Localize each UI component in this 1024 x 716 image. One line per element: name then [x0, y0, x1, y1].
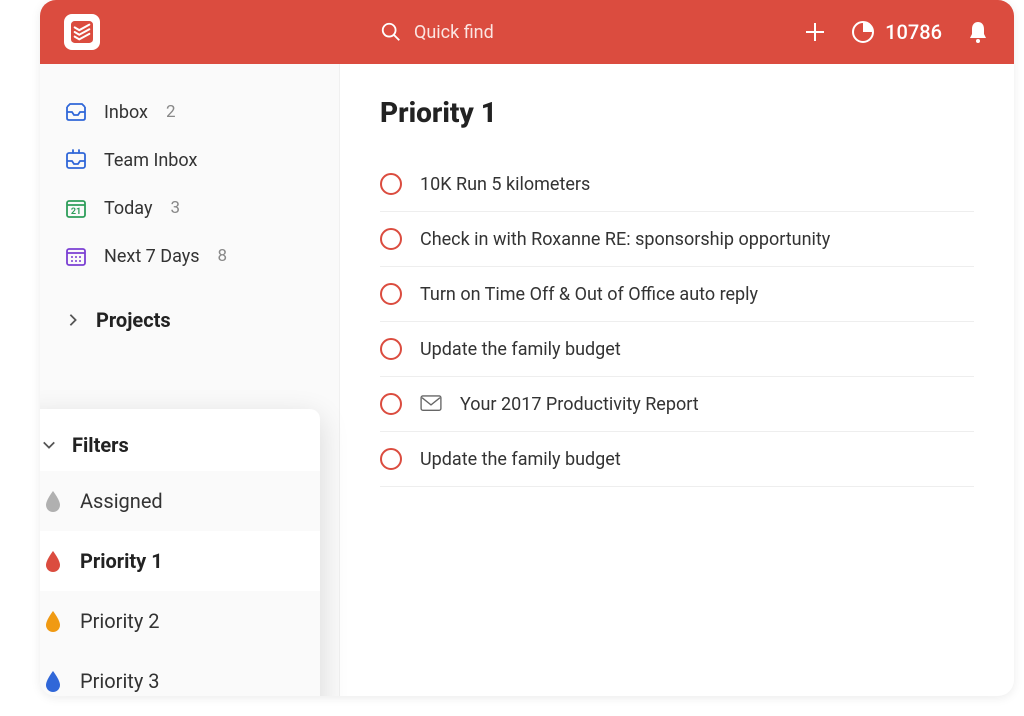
- bell-icon[interactable]: [966, 20, 990, 44]
- nav-label: Next 7 Days: [104, 246, 200, 267]
- app-logo[interactable]: [64, 14, 100, 50]
- sidebar-section-filters[interactable]: Filters: [40, 417, 320, 471]
- drop-icon: [44, 550, 62, 572]
- drop-icon: [44, 670, 62, 692]
- sidebar-item-next7days[interactable]: Next 7 Days 8: [40, 232, 339, 280]
- karma-count: 10786: [885, 20, 942, 44]
- calendar-icon: [64, 244, 88, 268]
- filter-item-priority-3[interactable]: Priority 3: [40, 651, 320, 696]
- nav-label: Inbox: [104, 102, 148, 123]
- filter-item-priority-1[interactable]: Priority 1: [40, 531, 320, 591]
- task-checkbox[interactable]: [380, 283, 402, 305]
- task-checkbox[interactable]: [380, 448, 402, 470]
- nav-count: 2: [166, 102, 176, 122]
- filters-label: Filters: [72, 433, 129, 457]
- task-list: 10K Run 5 kilometers Check in with Roxann…: [380, 157, 974, 487]
- filter-label: Priority 3: [80, 669, 160, 693]
- topbar-right: 10786: [803, 20, 990, 44]
- nav-count: 8: [218, 246, 228, 266]
- task-title: Update the family budget: [420, 449, 621, 470]
- drop-icon: [44, 610, 62, 632]
- search-placeholder: Quick find: [414, 22, 494, 43]
- nav-count: 3: [170, 198, 180, 218]
- filter-item-priority-2[interactable]: Priority 2: [40, 591, 320, 651]
- task-row[interactable]: Your 2017 Productivity Report: [380, 377, 974, 432]
- topbar: Quick find 10786: [40, 0, 1014, 64]
- filter-item-assigned[interactable]: Assigned: [40, 471, 320, 531]
- chevron-right-icon: [66, 313, 80, 327]
- nav-label: Team Inbox: [104, 150, 197, 171]
- sidebar: Inbox 2 Team Inbox: [40, 64, 340, 696]
- drop-icon: [44, 490, 62, 512]
- sidebar-item-today[interactable]: 21 Today 3: [40, 184, 339, 232]
- task-row[interactable]: Check in with Roxanne RE: sponsorship op…: [380, 212, 974, 267]
- page-title: Priority 1: [380, 96, 974, 129]
- task-row[interactable]: Turn on Time Off & Out of Office auto re…: [380, 267, 974, 322]
- app-window: Quick find 10786: [40, 0, 1014, 696]
- sidebar-item-team-inbox[interactable]: Team Inbox: [40, 136, 339, 184]
- karma-counter[interactable]: 10786: [851, 20, 942, 44]
- task-row[interactable]: Update the family budget: [380, 322, 974, 377]
- task-checkbox[interactable]: [380, 173, 402, 195]
- search[interactable]: Quick find: [380, 21, 494, 43]
- task-checkbox[interactable]: [380, 393, 402, 415]
- filter-label: Priority 2: [80, 609, 160, 633]
- main-content: Priority 1 10K Run 5 kilometers Check in …: [340, 64, 1014, 696]
- sidebar-section-projects[interactable]: Projects: [40, 294, 339, 346]
- karma-icon: [851, 20, 875, 44]
- nav-label: Today: [104, 198, 152, 219]
- filters-panel: Filters Assigned Priority 1: [40, 409, 320, 696]
- svg-text:21: 21: [71, 207, 81, 217]
- app-body: Inbox 2 Team Inbox: [40, 64, 1014, 696]
- task-title: Turn on Time Off & Out of Office auto re…: [420, 284, 758, 305]
- task-title: Update the family budget: [420, 339, 621, 360]
- search-icon: [380, 21, 402, 43]
- todoist-icon: [71, 21, 93, 43]
- projects-label: Projects: [96, 308, 171, 332]
- task-checkbox[interactable]: [380, 228, 402, 250]
- sidebar-item-inbox[interactable]: Inbox 2: [40, 88, 339, 136]
- task-row[interactable]: 10K Run 5 kilometers: [380, 157, 974, 212]
- task-title: Your 2017 Productivity Report: [460, 394, 699, 415]
- team-inbox-icon: [64, 148, 88, 172]
- filter-label: Assigned: [80, 489, 163, 513]
- task-title: 10K Run 5 kilometers: [420, 174, 590, 195]
- envelope-icon: [420, 395, 442, 413]
- task-row[interactable]: Update the family budget: [380, 432, 974, 487]
- add-icon[interactable]: [803, 20, 827, 44]
- task-title: Check in with Roxanne RE: sponsorship op…: [420, 229, 830, 250]
- task-checkbox[interactable]: [380, 338, 402, 360]
- filter-label: Priority 1: [80, 549, 163, 573]
- inbox-icon: [64, 100, 88, 124]
- chevron-down-icon: [42, 438, 56, 452]
- today-icon: 21: [64, 196, 88, 220]
